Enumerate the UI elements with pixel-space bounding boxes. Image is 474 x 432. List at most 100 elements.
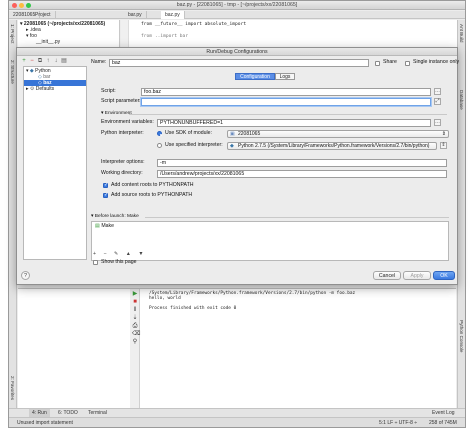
pin-icon[interactable]: ⚲ — [132, 339, 138, 345]
print-icon[interactable]: ⎙ — [132, 323, 138, 329]
run-toolbar: ▶ ■ ‖ ⇣ ⎙ ⌫ ⚲ — [130, 289, 140, 409]
run-tool-window: ▶ ■ ‖ ⇣ ⎙ ⌫ ⚲ /System/Library/Frameworks… — [18, 288, 456, 409]
use-specified-label: Use specified interpreter: — [165, 142, 223, 148]
zoom-window-icon[interactable] — [26, 3, 31, 8]
status-bar: Unused import statement 5:1 LF ÷ UTF-8 ÷… — [9, 417, 465, 427]
use-specified-radio[interactable] — [157, 143, 162, 148]
memory-indicator[interactable]: 258 of 745M — [429, 418, 457, 428]
share-checkbox[interactable] — [375, 61, 380, 66]
specified-dropdown-button[interactable]: ⇕ — [440, 142, 447, 149]
add-config-icon[interactable]: + — [21, 58, 27, 64]
before-launch-toolbar: + − ✎ ▲ ▼ — [93, 251, 147, 258]
expand-params-button[interactable]: ⤢ — [434, 98, 441, 105]
rerun-icon[interactable]: ▶ — [132, 291, 138, 297]
tree-node-defaults[interactable]: ▸ ⚙ Defaults — [26, 86, 54, 92]
workdir-input[interactable]: /Users/andrew/projects/xx/22081065 — [157, 170, 447, 178]
edit-env-button[interactable]: … — [434, 119, 441, 126]
script-params-input[interactable] — [141, 98, 431, 106]
share-label: Share — [383, 59, 397, 65]
remove-config-icon[interactable]: − — [29, 58, 35, 64]
env-vars-label: Environment variables: — [101, 119, 154, 125]
code-line-1: from __future__ import absolute_import — [141, 22, 247, 27]
console-line-2: hello, world — [149, 296, 181, 301]
show-page-checkbox[interactable] — [93, 260, 98, 265]
tool-ant-build[interactable]: Ant Build — [459, 24, 464, 42]
cancel-button[interactable]: Cancel — [373, 271, 401, 280]
script-params-label: Script parameters: — [101, 98, 144, 104]
config-toolbar: + − ⧉ ↑ ↓ ▤ — [21, 58, 81, 65]
tab-baz-py[interactable]: baz.py — [161, 11, 185, 19]
add-task-icon[interactable]: + — [93, 251, 99, 257]
environment-divider — [129, 114, 447, 115]
use-sdk-radio[interactable] — [157, 131, 162, 136]
folder-icon[interactable]: ▤ — [61, 58, 67, 64]
move-task-up-icon[interactable]: ▲ — [126, 251, 134, 257]
show-page-label: Show this page — [101, 259, 137, 265]
use-sdk-label: Use SDK of module: — [165, 130, 212, 136]
tool-project[interactable]: 1: Project — [10, 24, 15, 43]
code-editor[interactable]: from __future__ import absolute_import f… — [121, 20, 465, 48]
interpreter-label: Python interpreter: — [101, 130, 144, 136]
tool-database[interactable]: Database — [459, 90, 464, 110]
editor-gutter — [121, 20, 129, 48]
environment-section-label: ▾ Environment — [101, 111, 132, 116]
status-message: Unused import statement — [17, 420, 73, 426]
python-icon: ◆ — [230, 143, 234, 149]
copy-config-icon[interactable]: ⧉ — [37, 58, 43, 64]
module-select[interactable]: ▣ 22081065 ⇕ — [227, 130, 449, 138]
add-source-roots-checkbox[interactable] — [103, 192, 108, 198]
tab-logs[interactable]: Logs — [275, 73, 295, 80]
tab-project[interactable]: Project — [31, 11, 56, 19]
run-debug-dialog: Run/Debug Configurations + − ⧉ ↑ ↓ ▤ ▾ ◆… — [16, 47, 460, 285]
code-line-3: from ..import bar — [141, 34, 189, 39]
before-launch-label: ▾ Before launch: Make — [91, 214, 139, 219]
config-tree: ▾ ◆ Python ◇ bar ◇ baz ▸ ⚙ Defaults — [23, 66, 87, 260]
window-title: baz.py - [22081065] - tmp - [~/projects/… — [176, 2, 298, 8]
interp-options-label: Interpreter options: — [101, 159, 145, 165]
add-content-roots-label: Add content roots to PYTHONPATH — [111, 182, 194, 188]
ok-button[interactable]: OK — [433, 271, 455, 280]
tool-structure[interactable]: 2: Structure — [10, 60, 15, 84]
add-content-roots-checkbox[interactable] — [103, 182, 108, 188]
tool-python-console[interactable]: Python Console — [459, 320, 464, 352]
browse-script-button[interactable]: … — [434, 88, 441, 95]
env-vars-input[interactable]: PYTHONUNBUFFERED=1 — [157, 119, 431, 127]
tree-item-init-py[interactable]: __init__.py — [36, 39, 60, 45]
interp-options-input[interactable]: -m — [157, 159, 447, 167]
pause-icon[interactable]: ‖ — [132, 307, 138, 313]
module-icon: ▣ — [230, 131, 235, 137]
minimize-window-icon[interactable] — [19, 3, 24, 8]
project-tree-panel: ▾ 22081065 (~/projects/xx/22081065) ▸ .i… — [18, 20, 120, 48]
move-down-icon[interactable]: ↓ — [53, 58, 59, 64]
bottom-tool-bar: 4: Run 6: TODO Terminal Event Log — [9, 408, 465, 418]
edit-task-icon[interactable]: ✎ — [114, 251, 121, 257]
right-tool-strip: Ant Build Database Python Console — [457, 20, 465, 412]
window-titlebar: baz.py - [22081065] - tmp - [~/projects/… — [9, 1, 465, 10]
help-button[interactable]: ? — [21, 271, 30, 280]
script-input[interactable]: foo.baz — [141, 88, 431, 96]
scroll-end-icon[interactable]: ⇣ — [132, 315, 138, 321]
tab-configuration[interactable]: Configuration — [235, 73, 275, 80]
move-task-down-icon[interactable]: ▼ — [138, 251, 146, 257]
stop-icon[interactable]: ■ — [132, 299, 138, 305]
clear-icon[interactable]: ⌫ — [132, 331, 140, 337]
move-up-icon[interactable]: ↑ — [45, 58, 51, 64]
single-instance-label: Single instance only — [413, 59, 460, 65]
tool-favorites[interactable]: 2: Favorites — [10, 376, 15, 400]
console-line-4: Process finished with exit code 0 — [149, 306, 237, 311]
remove-task-icon[interactable]: − — [103, 251, 109, 257]
name-label: Name: — [91, 59, 107, 65]
single-instance-checkbox[interactable] — [405, 61, 410, 66]
before-launch-item[interactable]: ▤ Make — [95, 223, 114, 230]
name-input[interactable]: baz — [109, 59, 369, 67]
workdir-label: Working directory: — [101, 170, 143, 176]
dropdown-arrow-icon: ⇕ — [441, 131, 446, 137]
apply-button[interactable]: Apply — [403, 271, 431, 280]
tab-bar-py[interactable]: bar.py — [124, 11, 147, 19]
before-launch-divider — [145, 217, 449, 218]
add-source-roots-label: Add source roots to PYTHONPATH — [111, 192, 193, 198]
interpreter-select[interactable]: ◆ Python 2.7.5 (/System/Library/Framewor… — [227, 142, 437, 150]
navigation-bar: 22081065 Project bar.py baz.py — [9, 11, 465, 19]
dialog-title: Run/Debug Configurations — [17, 48, 457, 56]
close-window-icon[interactable] — [12, 3, 17, 8]
